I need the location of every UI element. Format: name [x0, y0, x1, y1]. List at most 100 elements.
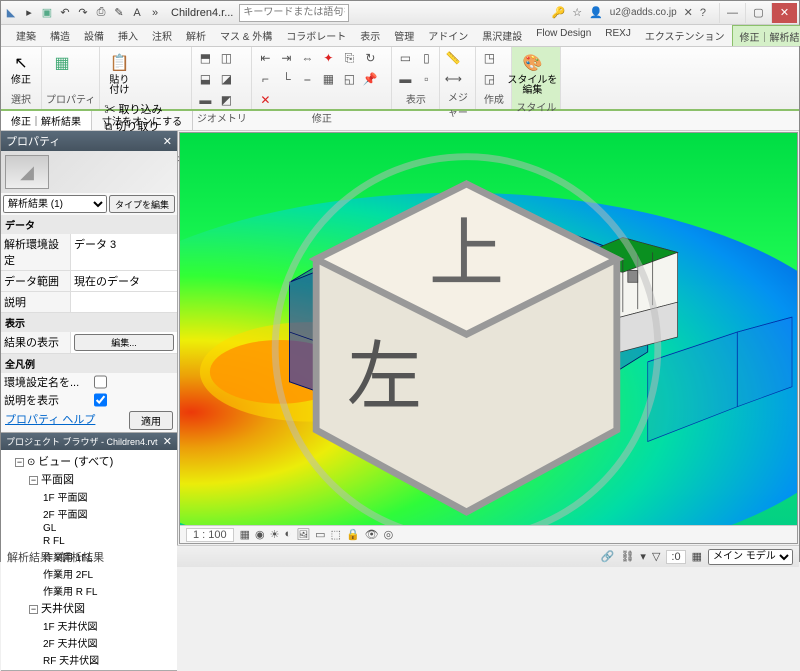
- tab-modify-results[interactable]: 修正｜解析結果: [732, 25, 800, 46]
- properties-help-link[interactable]: プロパティ ヘルプ: [5, 411, 95, 430]
- dim-icon[interactable]: ⟷: [444, 70, 462, 88]
- edit-style-button[interactable]: 🎨 スタイルを 編集: [516, 49, 548, 98]
- join-icon[interactable]: ⬓: [196, 70, 214, 88]
- minimize-button[interactable]: —: [719, 3, 745, 23]
- tree-item[interactable]: GL: [3, 522, 175, 535]
- exchange-icon[interactable]: ✕: [682, 6, 695, 19]
- tab-manage[interactable]: 管理: [387, 25, 421, 46]
- view4-icon[interactable]: ▫: [417, 70, 435, 88]
- tree-root[interactable]: −⊙ ビュー (すべて): [3, 452, 175, 470]
- scale-selector[interactable]: 1 : 100: [186, 528, 234, 542]
- open-icon[interactable]: ▸: [21, 5, 37, 21]
- create1-icon[interactable]: ◳: [480, 49, 498, 67]
- revit-logo-icon[interactable]: ◣: [3, 5, 19, 21]
- cope-icon[interactable]: ⬒: [196, 49, 214, 67]
- rotate-icon[interactable]: ↻: [361, 49, 379, 67]
- subtab-dims[interactable]: 寸法をオンにする: [92, 111, 193, 130]
- user-label[interactable]: u2@adds.co.jp: [608, 7, 679, 18]
- scale-icon[interactable]: ◱: [340, 70, 358, 88]
- tree-item[interactable]: 2F 平面図: [3, 505, 175, 522]
- crop-icon[interactable]: ▭: [315, 528, 325, 541]
- align-icon[interactable]: ⇤: [256, 49, 274, 67]
- tree-floorplans[interactable]: −平面図: [3, 470, 175, 488]
- tab-flowdesign[interactable]: Flow Design: [529, 25, 598, 46]
- search-box[interactable]: [239, 4, 349, 22]
- sun-path-icon[interactable]: ☀: [270, 528, 280, 541]
- tree-item[interactable]: 1F 天井伏図: [3, 617, 175, 634]
- view-cube[interactable]: 上 左: [158, 143, 775, 553]
- array-icon[interactable]: ▦: [319, 70, 337, 88]
- create2-icon[interactable]: ◲: [480, 70, 498, 88]
- shadows-icon[interactable]: ◐: [285, 528, 292, 541]
- save-icon[interactable]: ▣: [39, 5, 55, 21]
- tab-kurosawa[interactable]: 黒沢建設: [475, 25, 529, 46]
- tree-item[interactable]: R FL: [3, 535, 175, 548]
- infocenter-icon[interactable]: 🔑: [550, 6, 568, 19]
- move-icon[interactable]: ✦: [319, 49, 337, 67]
- properties-header[interactable]: プロパティ ✕: [1, 131, 177, 151]
- tab-rexj[interactable]: REXJ: [598, 25, 638, 46]
- split-icon[interactable]: ◪: [217, 70, 235, 88]
- chk-envname[interactable]: [94, 374, 107, 390]
- maximize-button[interactable]: ▢: [745, 3, 771, 23]
- collapse-icon[interactable]: −: [15, 458, 24, 467]
- search-input[interactable]: [239, 4, 349, 22]
- visual-style-icon[interactable]: ◉: [255, 528, 265, 541]
- print-icon[interactable]: ⎙: [93, 5, 109, 21]
- tab-architecture[interactable]: 建築: [9, 25, 43, 46]
- type-selector[interactable]: 解析結果 (1): [3, 195, 107, 213]
- tab-extensions[interactable]: エクステンション: [638, 25, 732, 46]
- measure-btn-icon[interactable]: 📏: [444, 49, 462, 67]
- tab-collaborate[interactable]: コラボレート: [279, 25, 353, 46]
- tab-view[interactable]: 表示: [353, 25, 387, 46]
- tree-item[interactable]: 2F 天井伏図: [3, 634, 175, 651]
- collapse-icon[interactable]: −: [29, 476, 38, 485]
- mirror-icon[interactable]: ⇔: [298, 49, 316, 67]
- tree-item[interactable]: RF 天井伏図: [3, 651, 175, 668]
- help-icon[interactable]: ?: [698, 7, 708, 19]
- temp-hide-icon[interactable]: 👁: [365, 528, 379, 541]
- view3-icon[interactable]: ▬: [396, 70, 414, 88]
- paste-button[interactable]: 📋 貼り付け: [104, 49, 134, 98]
- lock-icon[interactable]: 🔒: [346, 528, 360, 541]
- tab-annotate[interactable]: 注釈: [145, 25, 179, 46]
- demolish-icon[interactable]: ◩: [217, 91, 235, 109]
- extend-icon[interactable]: └: [277, 70, 295, 88]
- delete-icon[interactable]: ✕: [256, 91, 274, 109]
- copy-mod-icon[interactable]: ⎘: [340, 49, 358, 67]
- tree-item[interactable]: 作業用 R FL: [3, 582, 175, 599]
- tree-item[interactable]: 作業用 2FL: [3, 565, 175, 582]
- view1-icon[interactable]: ▭: [396, 49, 414, 67]
- signin-icon[interactable]: 👤: [587, 6, 605, 19]
- cut-geom-icon[interactable]: ◫: [217, 49, 235, 67]
- redo-icon[interactable]: ↷: [75, 5, 91, 21]
- subtab-modify[interactable]: 修正｜解析結果: [1, 111, 92, 130]
- browser-header[interactable]: プロジェクト ブラウザ - Children4.rvt ✕: [1, 433, 177, 450]
- rendering-icon[interactable]: 🖼: [296, 528, 310, 541]
- tree-item[interactable]: 1F 平面図: [3, 488, 175, 505]
- properties-button[interactable]: ▦: [46, 49, 78, 77]
- measure-icon[interactable]: ✎: [111, 5, 127, 21]
- text-icon[interactable]: A: [129, 5, 145, 21]
- tab-structure[interactable]: 構造: [43, 25, 77, 46]
- drawing-canvas[interactable]: 上 左 1 : 100 ▦ ◉ ☀ ◐ 🖼 ▭ ⬚ 🔒 👁 ◎: [179, 132, 798, 544]
- tab-massing[interactable]: マス & 外構: [213, 25, 279, 46]
- collapse-icon[interactable]: −: [29, 605, 38, 614]
- detail-level-icon[interactable]: ▦: [240, 528, 250, 541]
- tab-insert[interactable]: 挿入: [111, 25, 145, 46]
- wall-icon[interactable]: ▬: [196, 91, 214, 109]
- share-icon[interactable]: ☆: [570, 6, 584, 19]
- split2-icon[interactable]: ⎯: [298, 70, 316, 88]
- tab-addins[interactable]: アドイン: [421, 25, 475, 46]
- chk-showdesc[interactable]: [94, 392, 107, 408]
- reveal-icon[interactable]: ◎: [384, 528, 394, 541]
- offset-icon[interactable]: ⇥: [277, 49, 295, 67]
- modify-button[interactable]: ↖ 修正: [5, 49, 37, 88]
- close-button[interactable]: ✕: [771, 3, 797, 23]
- tab-systems[interactable]: 設備: [77, 25, 111, 46]
- tree-ceilingplans[interactable]: −天井伏図: [3, 599, 175, 617]
- trim-icon[interactable]: ⌐: [256, 70, 274, 88]
- view2-icon[interactable]: ▯: [417, 49, 435, 67]
- pin-icon[interactable]: 📌: [361, 70, 379, 88]
- more-icon[interactable]: »: [147, 5, 163, 21]
